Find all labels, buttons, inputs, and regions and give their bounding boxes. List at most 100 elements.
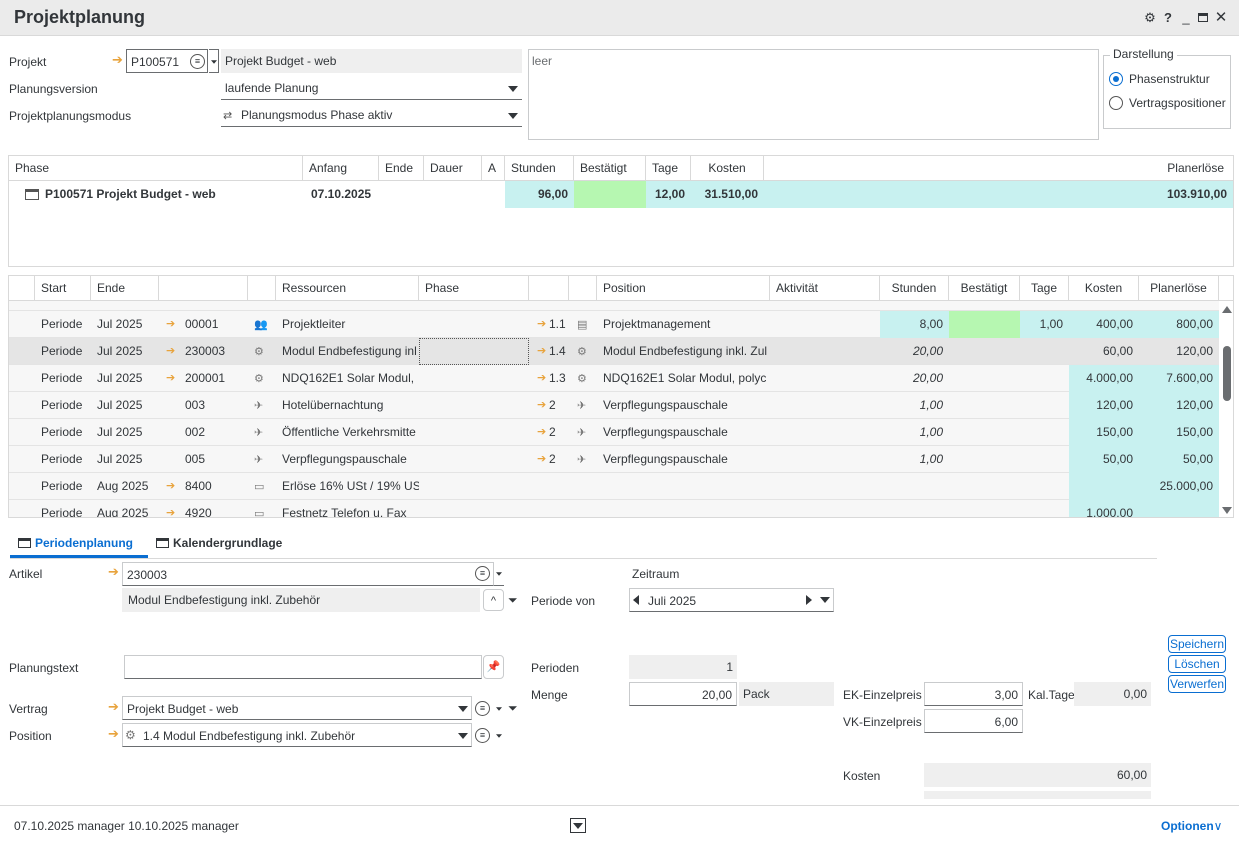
position-dropdown[interactable] — [494, 727, 504, 745]
artikel-dropdown[interactable] — [494, 562, 504, 586]
delete-button[interactable]: Löschen — [1168, 655, 1226, 673]
artikel-input[interactable]: 230003 — [122, 562, 494, 586]
vertrag-select[interactable]: Projekt Budget - web — [122, 696, 472, 720]
res-cell: Projektleiter — [282, 317, 346, 331]
col-header-bestaetigt[interactable]: Bestätigt — [949, 276, 1020, 300]
col-header-ende[interactable]: Ende — [91, 276, 159, 300]
table-row[interactable]: Periode Aug 2025 8400 Erlöse 16% USt / 19% … — [9, 473, 1219, 500]
scroll-down-icon[interactable] — [1222, 507, 1232, 514]
col-header-a[interactable]: A — [482, 156, 505, 180]
arrow-link-icon[interactable]: ➔ — [537, 344, 546, 357]
arrow-link-icon[interactable]: ➔ — [166, 506, 175, 517]
col-header-phase[interactable]: Phase — [9, 156, 303, 180]
table-row[interactable]: Periode Jul 2025 005 Verpflegungspauschale 2… — [9, 446, 1219, 473]
col-header-ende[interactable]: Ende — [379, 156, 424, 180]
vertrag-dropdown[interactable] — [494, 700, 504, 718]
collapse-icon[interactable]: ^ — [483, 589, 504, 611]
position-select[interactable]: 1.4 Modul Endbefestigung inkl. Zubehör — [122, 723, 472, 747]
arrow-link-icon[interactable]: ➔ — [166, 371, 175, 384]
tage-cell — [1020, 365, 1069, 392]
focused-cell[interactable] — [419, 338, 529, 365]
version-select[interactable]: laufende Planung — [221, 76, 522, 100]
arrow-link-icon[interactable]: ➔ — [537, 425, 546, 438]
scroll-up-icon[interactable] — [1222, 306, 1232, 313]
planungstext-input[interactable] — [124, 655, 482, 679]
arrow-link-icon[interactable]: ➔ — [112, 52, 123, 68]
col-header-ressourcen[interactable]: Ressourcen — [276, 276, 419, 300]
save-button[interactable]: Speichern — [1168, 635, 1226, 653]
next-period-icon[interactable] — [806, 595, 812, 605]
table-row[interactable]: Periode Aug 2025 4920 Festnetz Telefon u. F… — [9, 500, 1219, 517]
tab-periodenplanung[interactable]: Periodenplanung — [18, 530, 133, 556]
options-button[interactable]: Optionen∨ — [1161, 819, 1222, 833]
vk-input[interactable]: 6,00 — [924, 709, 1023, 733]
table-row[interactable]: Periode Jul 2025 003 Hotelübernachtung 2 Verp… — [9, 392, 1219, 419]
chevron-down-icon[interactable] — [508, 113, 518, 119]
col-header-stunden[interactable]: Stunden — [505, 156, 574, 180]
close-icon[interactable]: ✕ — [1214, 10, 1228, 26]
ek-input[interactable]: 3,00 — [924, 682, 1023, 706]
notes-area[interactable]: leer — [528, 49, 1099, 140]
table-row[interactable]: Periode Jul 2025 230003 Modul Endbefestigun… — [9, 338, 1219, 365]
bestaetigt-cell — [574, 181, 646, 208]
arrow-link-icon[interactable]: ➔ — [537, 371, 546, 384]
value-help-icon[interactable]: ≡ — [475, 701, 490, 716]
radio-phasenstruktur[interactable] — [1109, 72, 1123, 86]
arrow-link-icon[interactable]: ➔ — [537, 398, 546, 411]
filter-icon[interactable]: ⏷ — [508, 701, 518, 716]
projekt-dropdown[interactable] — [209, 49, 219, 73]
col-header-planerloese[interactable]: Planerlöse — [1139, 276, 1219, 300]
col-header-anfang[interactable]: Anfang — [303, 156, 379, 180]
stunden-cell: 96,00 — [505, 181, 574, 208]
chevron-down-icon[interactable] — [508, 86, 518, 92]
col-header-planerloese[interactable]: Planerlöse — [764, 156, 1233, 180]
help-icon[interactable]: ? — [1161, 10, 1175, 26]
value-help-icon[interactable]: ≡ — [475, 728, 490, 743]
gear-icon[interactable]: ⚙ — [1143, 10, 1157, 26]
col-header-bestaetigt[interactable]: Bestätigt — [574, 156, 646, 180]
travel-icon: ✈ — [254, 454, 264, 466]
arrow-link-icon[interactable]: ➔ — [537, 317, 546, 330]
col-header-aktivitaet[interactable]: Aktivität — [770, 276, 880, 300]
window-title: Projektplanung — [14, 7, 146, 27]
pin-icon[interactable]: 📌 — [483, 655, 504, 679]
radio-vertragspositionen[interactable] — [1109, 96, 1123, 110]
scrollbar[interactable] — [1219, 301, 1233, 517]
tab-kalendergrundlage[interactable]: Kalendergrundlage — [156, 530, 282, 556]
maximize-icon[interactable] — [1196, 10, 1210, 26]
col-header-kosten[interactable]: Kosten — [691, 156, 764, 180]
col-header-kosten[interactable]: Kosten — [1069, 276, 1139, 300]
value-help-icon[interactable]: ≡ — [475, 566, 490, 581]
arrow-link-icon[interactable]: ➔ — [108, 726, 119, 742]
table-row[interactable]: Periode Jul 2025 00001 Projektleiter 1.1 Proj… — [9, 311, 1219, 338]
chevron-down-icon[interactable] — [458, 733, 468, 739]
arrow-link-icon[interactable]: ➔ — [166, 317, 175, 330]
col-header-start[interactable]: Start — [35, 276, 91, 300]
minimize-icon[interactable]: _ — [1179, 10, 1193, 26]
table-row[interactable]: P100571 Projekt Budget - web 07.10.2025 … — [9, 181, 1233, 208]
arrow-link-icon[interactable]: ➔ — [166, 344, 175, 357]
arrow-link-icon[interactable]: ➔ — [108, 564, 119, 580]
col-header-tage[interactable]: Tage — [646, 156, 691, 180]
discard-button[interactable]: Verwerfen — [1168, 675, 1226, 693]
filter-icon[interactable]: ⏷ — [508, 593, 518, 608]
col-header-dauer[interactable]: Dauer — [424, 156, 482, 180]
chevron-down-icon[interactable] — [458, 706, 468, 712]
arrow-link-icon[interactable]: ➔ — [166, 479, 175, 492]
menge-input[interactable]: 20,00 — [629, 682, 737, 706]
scroll-thumb[interactable] — [1223, 346, 1231, 401]
periode-von-select[interactable]: Juli 2025 — [629, 588, 834, 612]
col-header-tage[interactable]: Tage — [1020, 276, 1069, 300]
col-header-position[interactable]: Position — [597, 276, 770, 300]
value-help-icon[interactable]: ≡ — [190, 54, 205, 69]
col-header-phase[interactable]: Phase — [419, 276, 529, 300]
expand-footer-icon[interactable] — [570, 818, 586, 833]
modus-select[interactable]: Planungsmodus Phase aktiv — [221, 103, 522, 127]
table-row[interactable]: Periode Jul 2025 200001 NDQ162E1 Solar Modu… — [9, 365, 1219, 392]
arrow-link-icon[interactable]: ➔ — [537, 452, 546, 465]
col-header-stunden[interactable]: Stunden — [880, 276, 949, 300]
prev-period-icon[interactable] — [633, 595, 639, 605]
arrow-link-icon[interactable]: ➔ — [108, 699, 119, 715]
table-row[interactable]: Periode Jul 2025 002 Öffentliche Verkehrsmi… — [9, 419, 1219, 446]
chevron-down-icon[interactable] — [820, 597, 830, 603]
